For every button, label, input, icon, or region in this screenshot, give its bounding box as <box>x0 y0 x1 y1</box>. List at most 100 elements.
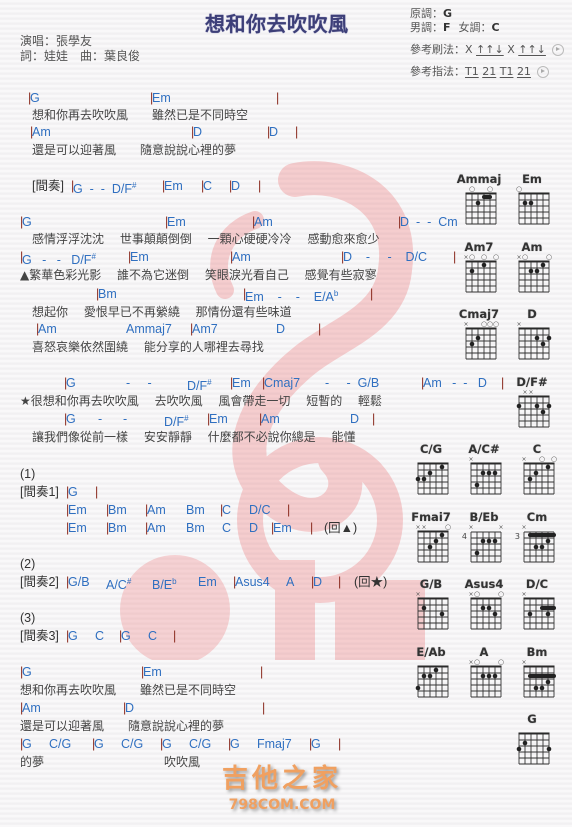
barline: | <box>276 91 280 105</box>
barline: | <box>258 179 262 193</box>
chord-name: C <box>148 629 158 643</box>
finger-dot <box>528 200 534 206</box>
muted-string-marker: × <box>498 524 503 531</box>
chord-name: G <box>68 485 78 499</box>
barline: | <box>287 503 291 517</box>
fretboard-grid: × ○ ○ ○ <box>463 253 499 293</box>
finger-dot <box>474 482 480 488</box>
chord-name: G/B <box>68 575 90 589</box>
chord-name: G <box>66 376 76 390</box>
chord-name: D/F# <box>187 378 212 393</box>
barline: | <box>501 376 505 390</box>
finger-dot <box>421 476 427 482</box>
barline: | <box>310 521 314 535</box>
muted-string-marker: × <box>521 456 526 463</box>
finger-dot <box>539 685 545 691</box>
finger-dot <box>527 476 533 482</box>
chord-name: - - <box>98 412 128 426</box>
fretboard-grid <box>415 665 449 698</box>
chord-name: A <box>286 575 295 589</box>
chord-name: D <box>350 412 360 426</box>
chord-name: G <box>230 737 240 751</box>
finger-dot <box>540 262 546 268</box>
finger-dot <box>480 538 486 544</box>
chord-name: Em <box>130 250 149 264</box>
muted-string-marker: × <box>468 456 473 463</box>
fretboard-grid: ○ ○ <box>465 185 497 225</box>
section-label: [間奏2] <box>20 575 59 589</box>
fretboard-grid: × × ○ <box>415 523 451 563</box>
finger-dot <box>539 544 545 550</box>
muted-string-marker: × <box>421 524 426 531</box>
finger-dot <box>421 605 427 611</box>
barline: | <box>338 575 342 589</box>
section-label: (1) <box>20 467 36 481</box>
finger-dot <box>421 673 427 679</box>
muted-string-marker: × <box>516 321 521 328</box>
finger-dot <box>546 403 552 409</box>
chord-name: G <box>94 737 104 751</box>
finger-dot <box>469 268 475 274</box>
finger-dot <box>522 740 528 746</box>
chord-name: G - - D/F# <box>73 181 137 196</box>
finger-dot <box>439 532 445 538</box>
section-label: [間奏3] <box>20 629 59 643</box>
finger-dot <box>522 200 528 206</box>
finger-dot <box>415 685 421 691</box>
finger-dot <box>433 667 439 673</box>
open-string-marker: ○ <box>469 185 475 193</box>
finger-dot <box>540 341 546 347</box>
chord-name: Em <box>143 665 162 679</box>
barre-mark <box>540 606 556 610</box>
muted-string-marker: × <box>463 321 468 328</box>
finger-dot <box>481 262 487 268</box>
muted-string-marker: × <box>521 591 526 598</box>
lyric-line: 讓我們像從前一樣 安安靜靜 什麼都不必說你總是 能懂 <box>32 430 356 444</box>
chord-name: Em <box>164 179 183 193</box>
finger-dot <box>469 341 475 347</box>
finger-dot <box>534 268 540 274</box>
section-label: [間奏] <box>32 179 64 193</box>
section-label: (回★) <box>354 575 388 589</box>
open-string-marker: ○ <box>498 658 504 666</box>
chord-name: Em <box>232 376 251 390</box>
chord-name: C <box>222 503 232 517</box>
lyric-line: 想起你 愛恨早已不再縈繞 那情份還有些味道 <box>32 305 292 319</box>
chord-name: Am <box>32 125 51 139</box>
barre-mark <box>528 533 556 537</box>
chord-name: D <box>231 179 241 193</box>
chord-name: Am <box>147 503 166 517</box>
open-string-marker: ○ <box>474 590 480 598</box>
chord-name: Am <box>22 701 41 715</box>
site-watermark: 吉他之家 798COM.COM <box>222 758 342 813</box>
fret-number: 3 <box>515 532 520 541</box>
chord-name: D/F# <box>164 414 189 429</box>
finger-dot <box>439 464 445 470</box>
finger-dot <box>486 538 492 544</box>
lyric-line: 想和你再去吹吹風 雖然已是不同時空 <box>32 108 249 122</box>
section-label: (3) <box>20 611 36 625</box>
chord-name: D <box>193 125 203 139</box>
finger-dot <box>527 611 533 617</box>
open-string-marker: ○ <box>481 253 487 261</box>
fretboard-grid <box>516 732 552 765</box>
chord-name: Bm <box>186 521 205 535</box>
barline: | <box>295 125 299 139</box>
finger-dot <box>486 470 492 476</box>
chord-name: G <box>68 629 78 643</box>
barre-mark <box>528 674 556 678</box>
finger-dot <box>516 746 522 752</box>
barline: | <box>262 701 266 715</box>
chord-name: G <box>121 629 131 643</box>
fretboard-grid: × ○ ○ <box>468 658 504 698</box>
open-string-marker: ○ <box>445 523 451 531</box>
chord-name: D <box>313 575 323 589</box>
chord-name: D/C <box>249 503 271 517</box>
fretboard-grid: ×3 <box>515 524 556 563</box>
open-string-marker: ○ <box>493 320 499 328</box>
chord-name: D <box>269 125 279 139</box>
open-string-marker: ○ <box>551 455 557 463</box>
finger-dot <box>433 538 439 544</box>
barre-mark <box>482 195 492 199</box>
finger-dot <box>415 476 421 482</box>
